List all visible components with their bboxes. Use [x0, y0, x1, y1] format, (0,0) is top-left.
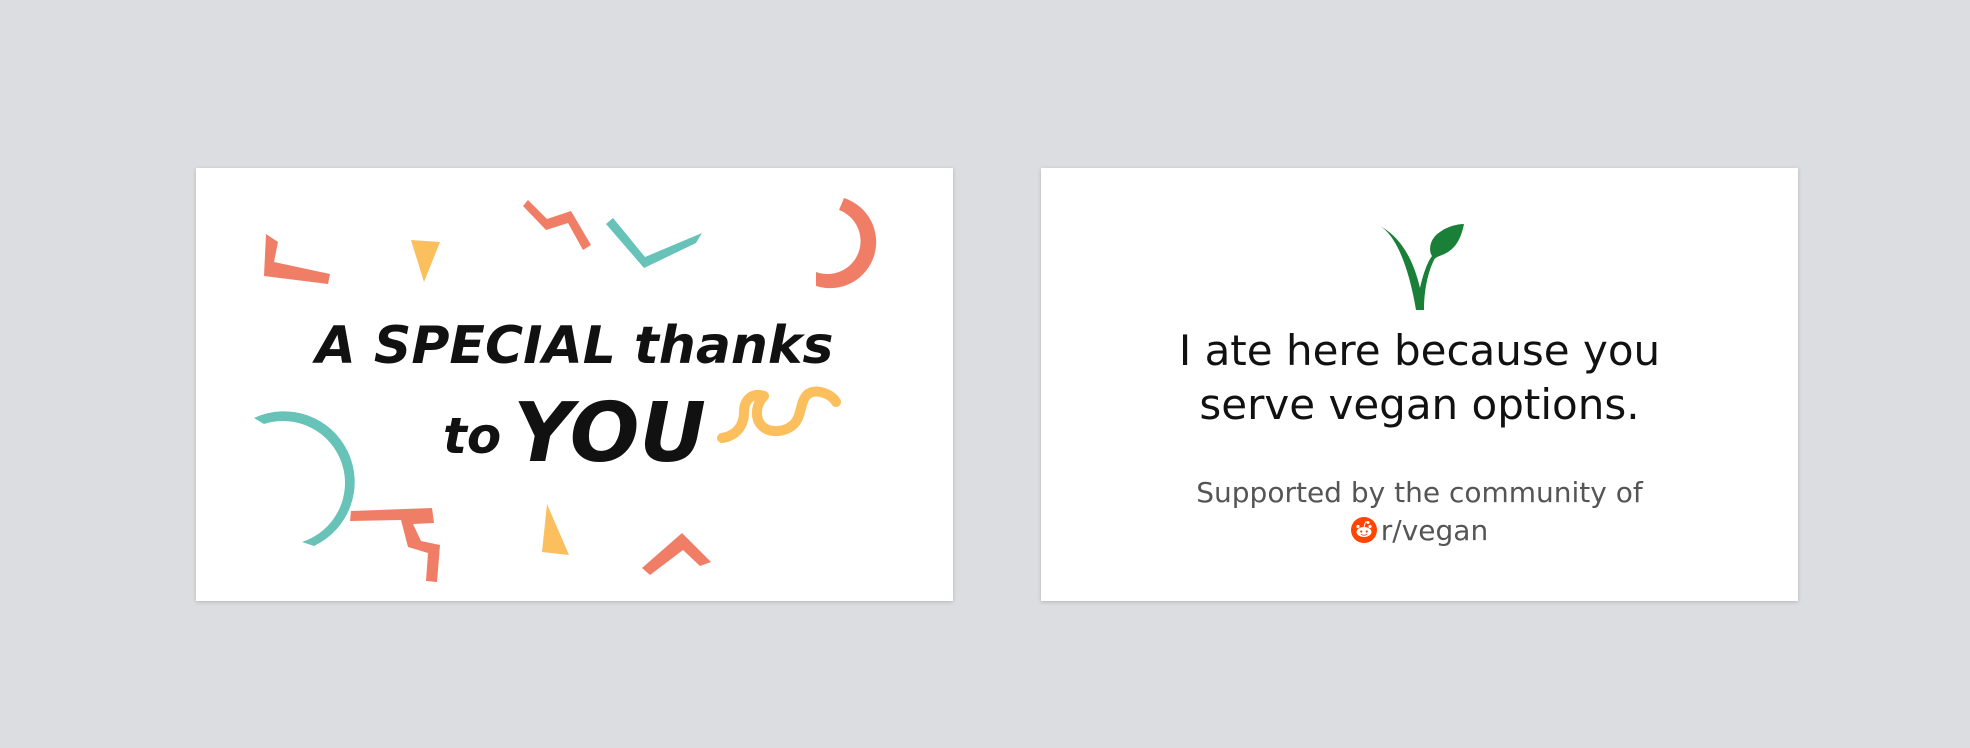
- message-line-2: serve vegan options.: [1199, 380, 1640, 429]
- coral-step-shape: [350, 508, 440, 582]
- confetti-decoration: [254, 198, 877, 582]
- community-line: r/vegan: [1041, 512, 1798, 550]
- thank-you-card-back: I ate here because you serve vegan optio…: [1041, 168, 1798, 601]
- vegan-leaf-icon: [1380, 224, 1464, 310]
- community-name-link[interactable]: r/vegan: [1381, 514, 1488, 547]
- coral-zigzag-shape: [523, 200, 591, 250]
- coral-chevron-shape: [642, 533, 711, 575]
- reddit-icon: [1350, 517, 1377, 543]
- message-line-1: I ate here because you: [1178, 326, 1661, 375]
- yellow-triangle-shape-2: [542, 504, 569, 555]
- you-text: YOU: [513, 386, 706, 481]
- to-text: to: [442, 407, 502, 465]
- thank-you-subheading: to YOU: [196, 386, 953, 481]
- coral-arc-shape: [816, 198, 877, 289]
- coral-flag-shape: [264, 234, 330, 284]
- thank-you-card-front: A SPECIAL thanks to YOU: [196, 168, 953, 601]
- teal-check-shape: [606, 218, 702, 268]
- supported-by-text: Supported by the community of: [1196, 476, 1643, 509]
- thank-you-heading: A SPECIAL thanks: [315, 316, 834, 376]
- yellow-triangle-shape: [411, 240, 440, 282]
